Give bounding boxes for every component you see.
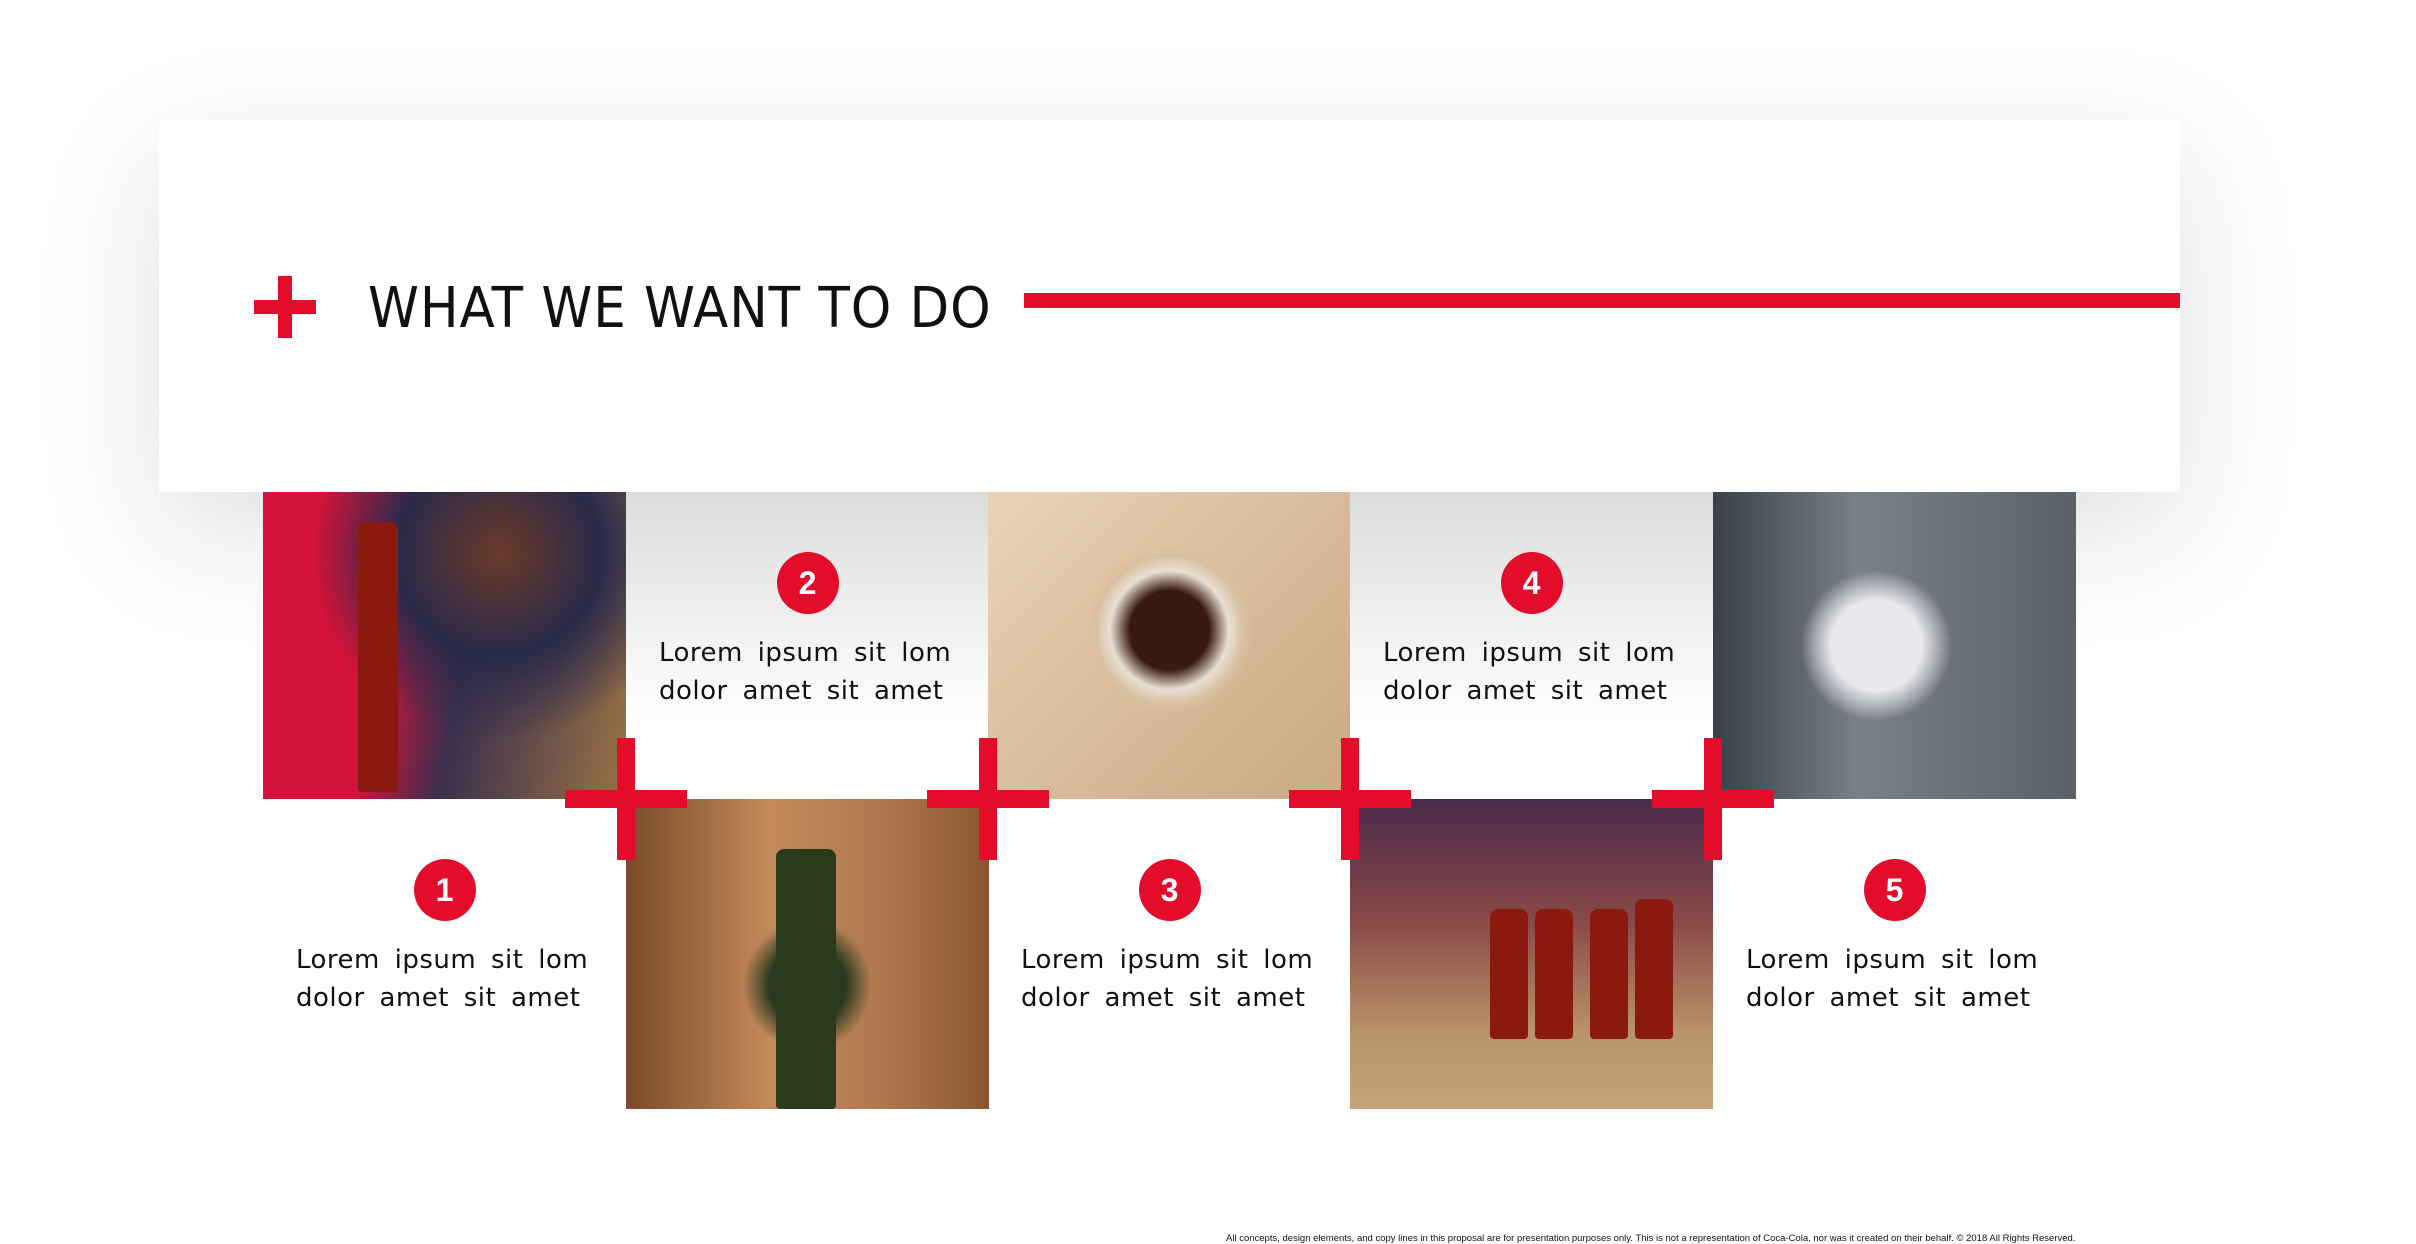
footer-disclaimer: All concepts, design elements, and copy … <box>1226 1233 2076 1244</box>
bottle-icon <box>1535 909 1573 1039</box>
step-text: Lorem ipsum sit lom <box>1383 638 1676 668</box>
step-text: Lorem ipsum sit lom <box>296 945 589 975</box>
step-text: dolor amet sit amet <box>1383 676 1668 706</box>
bottle-icon <box>358 522 398 792</box>
step-badge: 2 <box>776 552 839 614</box>
title-rule <box>1024 293 2180 308</box>
page-title: WHAT WE WANT TO DO <box>368 276 992 341</box>
bottle-icon <box>1590 909 1628 1039</box>
step-badge: 3 <box>1138 859 1201 921</box>
step-text: dolor amet sit amet <box>1021 983 1306 1013</box>
bottle-icon <box>1635 899 1673 1039</box>
step-text: dolor amet sit amet <box>659 676 944 706</box>
bottle-icon <box>1490 909 1528 1039</box>
step-badge: 4 <box>1500 552 1563 614</box>
step-text: Lorem ipsum sit lom <box>1746 945 2039 975</box>
plus-icon <box>565 738 687 860</box>
plus-icon <box>254 276 316 338</box>
bottle-icon <box>776 849 836 1109</box>
step-text: dolor amet sit amet <box>296 983 581 1013</box>
step-badge: 1 <box>413 859 476 921</box>
step-text: Lorem ipsum sit lom <box>659 638 952 668</box>
step-badge: 5 <box>1863 859 1926 921</box>
plus-icon <box>927 738 1049 860</box>
step-text: Lorem ipsum sit lom <box>1021 945 1314 975</box>
step-text: dolor amet sit amet <box>1746 983 2031 1013</box>
plus-icon <box>1289 738 1411 860</box>
plus-icon <box>1652 738 1774 860</box>
